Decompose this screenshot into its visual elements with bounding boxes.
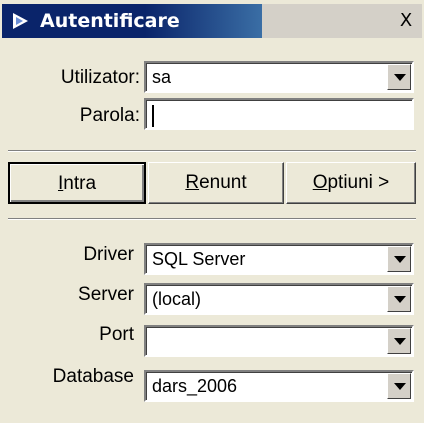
server-label: Server [78,284,134,305]
server-dropdown-button[interactable] [387,286,411,312]
driver-label: Driver [83,244,134,265]
database-label: Database [52,366,134,387]
user-value: sa [152,67,172,87]
port-label: Port [99,324,134,345]
play-arrow-icon [10,11,32,31]
options-label: ptiuni > [327,172,390,193]
driver-value: SQL Server [152,249,246,269]
driver-dropdown-button[interactable] [387,246,411,272]
options-mnemonic: O [312,172,328,193]
user-select[interactable]: sa [144,61,414,93]
title-bar[interactable]: Autentificare X [2,4,422,38]
text-caret [152,105,154,127]
password-label: Parola: [79,105,140,126]
cancel-button[interactable]: Renunt [148,162,284,204]
chevron-down-icon [394,383,406,390]
database-value: dars_2006 [152,376,238,396]
server-value: (local) [152,289,202,309]
chevron-down-icon [394,338,406,345]
enter-button[interactable]: Intra [8,162,146,204]
enter-label: ntra [63,173,97,194]
cancel-label: enunt [199,172,247,193]
server-select[interactable]: (local) [144,283,414,315]
chevron-down-icon [394,296,406,303]
divider-bottom [8,218,416,220]
chevron-down-icon [394,256,406,263]
user-label: Utilizator: [60,67,140,88]
window-title: Autentificare [40,10,180,32]
close-button[interactable]: X [394,10,418,32]
chevron-down-icon [394,74,406,81]
port-dropdown-button[interactable] [387,328,411,354]
driver-select[interactable]: SQL Server [144,243,414,275]
options-button[interactable]: Optiuni > [286,162,416,204]
password-field[interactable] [144,98,414,130]
divider-top [8,150,416,152]
login-dialog: Autentificare X Utilizator: sa Parola: I… [0,0,424,423]
database-dropdown-button[interactable] [387,373,411,399]
port-select[interactable] [144,325,414,357]
user-dropdown-button[interactable] [387,64,411,90]
cancel-mnemonic: R [185,172,200,193]
database-select[interactable]: dars_2006 [144,370,414,402]
